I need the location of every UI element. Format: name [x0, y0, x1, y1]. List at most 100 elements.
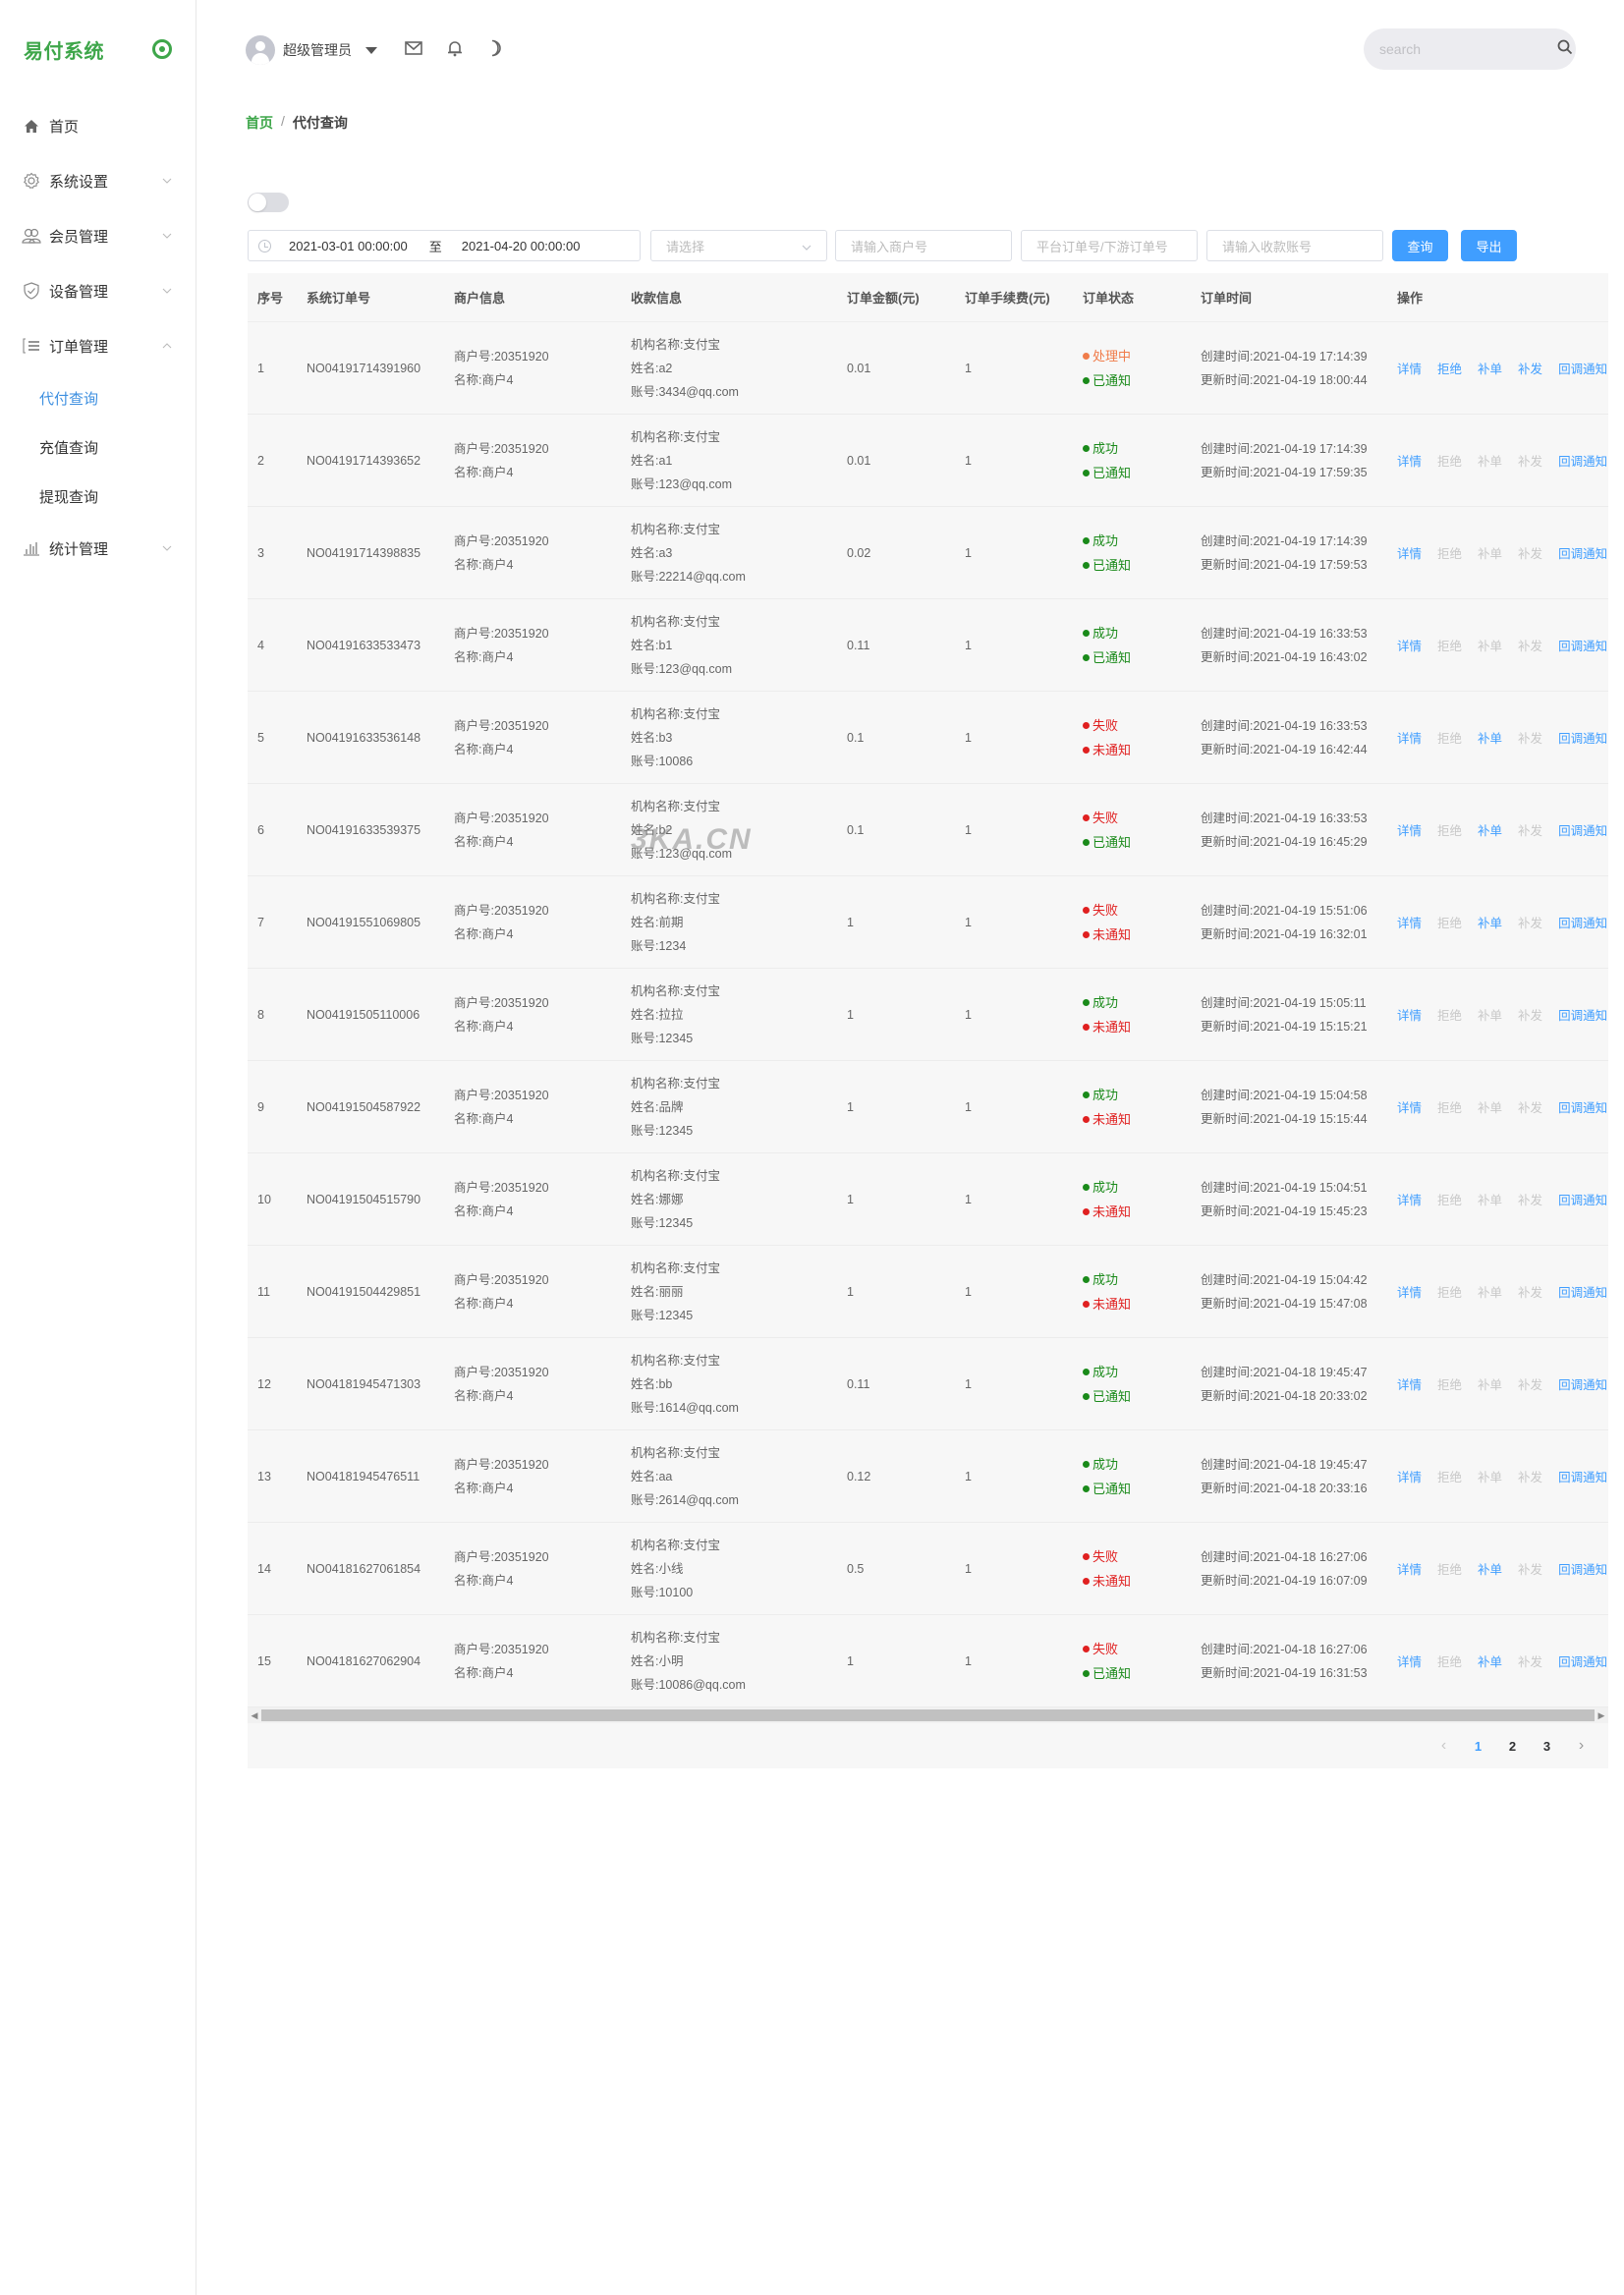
- resupply-button: 补单: [1478, 547, 1503, 561]
- caret-down-icon[interactable]: [365, 46, 377, 54]
- search-input[interactable]: [1379, 41, 1557, 57]
- sidebar-item-2[interactable]: 会员管理: [0, 208, 196, 263]
- search-icon[interactable]: [1557, 39, 1573, 60]
- order-times: 创建时间:2021-04-19 16:33:53 更新时间:2021-04-19 …: [1191, 622, 1387, 669]
- breadcrumb-home-link[interactable]: 首页: [246, 113, 273, 133]
- reject-button[interactable]: 拒绝: [1437, 359, 1462, 377]
- callback-notify-button[interactable]: 回调通知: [1558, 1651, 1607, 1670]
- callback-notify-button[interactable]: 回调通知: [1558, 913, 1607, 931]
- detail-button[interactable]: 详情: [1397, 1282, 1422, 1301]
- sidebar-item-5[interactable]: 统计管理: [0, 521, 196, 576]
- chevron-down-icon[interactable]: [162, 542, 172, 554]
- chevron-down-icon[interactable]: [162, 230, 172, 242]
- detail-button[interactable]: 详情: [1397, 543, 1422, 562]
- mail-icon[interactable]: [403, 37, 424, 59]
- sidebar-item-3[interactable]: 设备管理: [0, 263, 196, 318]
- horizontal-scrollbar[interactable]: ◀ ▶: [248, 1707, 1608, 1723]
- order-no-input[interactable]: 平台订单号/下游订单号: [1021, 230, 1198, 261]
- global-search: [1364, 28, 1576, 70]
- detail-button[interactable]: 详情: [1397, 1651, 1422, 1670]
- reissue-button[interactable]: 补发: [1518, 359, 1542, 377]
- sidebar-subitem-4-2[interactable]: 提现查询: [0, 472, 196, 521]
- chevron-down-icon[interactable]: [162, 285, 172, 297]
- status-select[interactable]: 请选择: [650, 230, 827, 261]
- resupply-button[interactable]: 补单: [1478, 359, 1502, 377]
- account-input[interactable]: 请输入收款账号: [1206, 230, 1383, 261]
- order-times: 创建时间:2021-04-18 19:45:47 更新时间:2021-04-18 …: [1191, 1453, 1387, 1500]
- detail-button[interactable]: 详情: [1397, 913, 1422, 931]
- created-time-value: 2021-04-18 16:27:06: [1253, 1642, 1368, 1656]
- callback-notify-button[interactable]: 回调通知: [1558, 543, 1607, 562]
- row-index: 8: [257, 1007, 264, 1022]
- callback-notify-button[interactable]: 回调通知: [1558, 636, 1607, 654]
- detail-button[interactable]: 详情: [1397, 451, 1422, 470]
- dark-mode-moon-icon[interactable]: [485, 37, 507, 59]
- orders-table: 序号 系统订单号 商户信息 收款信息 订单金额(元) 订单手续费(元) 订单状态 订单时间 操作…: [248, 273, 1608, 1768]
- payee-org: 机构名称:支付宝: [631, 1164, 837, 1188]
- date-end-value[interactable]: 2021-04-20 00:00:00: [462, 239, 581, 253]
- resupply-button[interactable]: 补单: [1478, 913, 1502, 931]
- resupply-button[interactable]: 补单: [1478, 1559, 1502, 1578]
- detail-button[interactable]: 详情: [1397, 728, 1422, 747]
- detail-button[interactable]: 详情: [1397, 1097, 1422, 1116]
- chevron-up-icon[interactable]: [162, 340, 172, 352]
- callback-notify-button[interactable]: 回调通知: [1558, 820, 1607, 839]
- detail-button[interactable]: 详情: [1397, 1559, 1422, 1578]
- date-range-picker[interactable]: 2021-03-01 00:00:00 至 2021-04-20 00:00:0…: [248, 230, 641, 261]
- resupply-button[interactable]: 补单: [1478, 1651, 1502, 1670]
- next-page-button[interactable]: ›: [1564, 1737, 1598, 1755]
- user-dropdown[interactable]: 超级管理员: [246, 35, 377, 65]
- page-button[interactable]: 3: [1530, 1739, 1564, 1754]
- page-button[interactable]: 1: [1461, 1739, 1495, 1754]
- sidebar-collapse-toggle-icon[interactable]: [152, 39, 172, 59]
- detail-button[interactable]: 详情: [1397, 820, 1422, 839]
- order-number: NO04181945476511: [307, 1469, 420, 1483]
- export-button[interactable]: 导出: [1461, 230, 1517, 261]
- page-button[interactable]: 2: [1495, 1739, 1530, 1754]
- resupply-button[interactable]: 补单: [1478, 820, 1502, 839]
- callback-notify-button[interactable]: 回调通知: [1558, 359, 1607, 377]
- sidebar-item-4[interactable]: 订单管理: [0, 318, 196, 373]
- sidebar-subitem-4-1[interactable]: 充值查询: [0, 422, 196, 472]
- resupply-button[interactable]: 补单: [1478, 728, 1502, 747]
- merchant-no-input[interactable]: 请输入商户号: [835, 230, 1012, 261]
- sidebar-subitem-4-0[interactable]: 代付查询: [0, 373, 196, 422]
- sidebar-item-0[interactable]: 首页: [0, 98, 196, 153]
- prev-page-button[interactable]: ‹: [1427, 1737, 1461, 1755]
- callback-notify-button[interactable]: 回调通知: [1558, 1282, 1607, 1301]
- scroll-left-arrow-icon[interactable]: ◀: [248, 1710, 261, 1721]
- merchant-name-value: 商户4: [481, 649, 514, 664]
- callback-notify-button[interactable]: 回调通知: [1558, 1190, 1607, 1208]
- table-row: 12 NO04181945471303 商户号:20351920 名称:商户4 机构名称…: [248, 1338, 1608, 1430]
- sidebar-item-1[interactable]: 系统设置: [0, 153, 196, 208]
- filter-toggle-switch[interactable]: [248, 193, 289, 212]
- scroll-right-arrow-icon[interactable]: ▶: [1595, 1710, 1608, 1721]
- detail-button[interactable]: 详情: [1397, 1374, 1422, 1393]
- status-text: 成功: [1092, 994, 1119, 1010]
- reissue-button: 补发: [1518, 917, 1543, 930]
- row-actions: 详情 拒绝 补单 补发 回调通知: [1387, 359, 1608, 377]
- callback-notify-button[interactable]: 回调通知: [1558, 1005, 1607, 1024]
- callback-notify-button[interactable]: 回调通知: [1558, 1559, 1607, 1578]
- callback-notify-button[interactable]: 回调通知: [1558, 1374, 1607, 1393]
- callback-notify-button[interactable]: 回调通知: [1558, 728, 1607, 747]
- callback-notify-button[interactable]: 回调通知: [1558, 1097, 1607, 1116]
- order-amount: 0.5: [847, 1561, 865, 1576]
- merchant-info: 商户号:20351920 名称:商户4: [444, 345, 621, 392]
- detail-button[interactable]: 详情: [1397, 1190, 1422, 1208]
- date-start-value[interactable]: 2021-03-01 00:00:00: [289, 239, 408, 253]
- username[interactable]: 超级管理员: [283, 40, 352, 60]
- chevron-down-icon[interactable]: [162, 175, 172, 187]
- bell-icon[interactable]: [444, 37, 466, 59]
- detail-button[interactable]: 详情: [1397, 636, 1422, 654]
- avatar[interactable]: [246, 35, 275, 65]
- callback-notify-button[interactable]: 回调通知: [1558, 451, 1607, 470]
- payee-name: 姓名:a2: [631, 357, 837, 380]
- callback-notify-button[interactable]: 回调通知: [1558, 1467, 1607, 1485]
- query-button[interactable]: 查询: [1392, 230, 1448, 261]
- detail-button[interactable]: 详情: [1397, 359, 1422, 377]
- status-dot-icon: [1083, 1392, 1090, 1400]
- detail-button[interactable]: 详情: [1397, 1467, 1422, 1485]
- scrollbar-thumb[interactable]: [261, 1709, 1595, 1721]
- detail-button[interactable]: 详情: [1397, 1005, 1422, 1024]
